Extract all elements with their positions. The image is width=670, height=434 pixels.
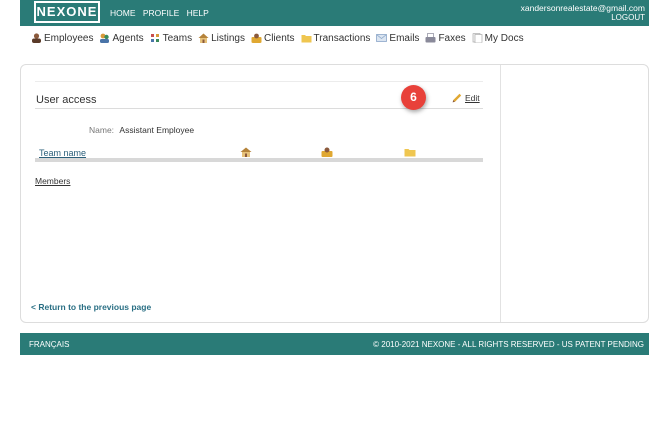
panel-top-divider xyxy=(35,81,483,82)
menu-item-listings[interactable]: Listings xyxy=(198,33,245,44)
menu-label-emails: Emails xyxy=(389,32,420,44)
language-switch-link[interactable]: FRANÇAIS xyxy=(29,340,69,349)
menu-item-employees[interactable]: Employees xyxy=(31,33,93,44)
fax-icon xyxy=(425,33,436,43)
menu-item-my-docs[interactable]: My Docs xyxy=(472,33,524,44)
menu-item-emails[interactable]: Emails xyxy=(376,33,419,44)
name-label: Name: xyxy=(89,125,115,135)
menu-label-listings: Listings xyxy=(211,32,245,44)
section-title: User access xyxy=(36,94,97,106)
team-name-column-header[interactable]: Team name xyxy=(39,148,86,158)
top-header-bar: NEXONE HOME PROFILE HELP xandersonreales… xyxy=(20,0,649,26)
house-icon xyxy=(198,33,209,43)
folder-icon xyxy=(301,35,312,43)
logout-link[interactable]: LOGOUT xyxy=(611,13,645,22)
edit-label: Edit xyxy=(465,93,480,103)
main-menu: Employees Agents Teams Listings Clients … xyxy=(31,31,530,45)
footer-bar: FRANÇAIS © 2010-2021 NEXONE - ALL RIGHTS… xyxy=(20,333,649,355)
members-link[interactable]: Members xyxy=(35,176,70,186)
agents-icon xyxy=(100,33,110,43)
menu-label-faxes: Faxes xyxy=(438,32,466,44)
team-table-divider xyxy=(35,158,483,162)
pencil-icon xyxy=(452,93,462,103)
teams-icon xyxy=(150,34,159,42)
folder-icon xyxy=(404,149,416,157)
clients-icon xyxy=(321,147,333,157)
step-badge: 6 xyxy=(401,85,426,110)
panel-column-divider xyxy=(500,65,501,322)
menu-label-my-docs: My Docs xyxy=(484,32,524,44)
nav-help[interactable]: HELP xyxy=(187,8,209,18)
clients-icon xyxy=(251,33,262,43)
menu-label-transactions: Transactions xyxy=(313,32,371,44)
return-previous-page-link[interactable]: < Return to the previous page xyxy=(31,302,151,312)
nav-home[interactable]: HOME xyxy=(110,8,136,18)
menu-item-transactions[interactable]: Transactions xyxy=(301,32,371,44)
nexone-logo[interactable]: NEXONE xyxy=(34,1,100,23)
menu-item-faxes[interactable]: Faxes xyxy=(425,32,466,44)
copyright-text: © 2010-2021 NEXONE - ALL RIGHTS RESERVED… xyxy=(373,340,644,349)
menu-label-employees: Employees xyxy=(44,32,94,44)
menu-item-clients[interactable]: Clients xyxy=(251,33,295,44)
edit-button[interactable]: Edit xyxy=(452,93,480,103)
menu-label-teams: Teams xyxy=(162,32,193,44)
menu-item-teams[interactable]: Teams xyxy=(150,33,192,44)
menu-item-agents[interactable]: Agents xyxy=(99,32,144,44)
docs-icon xyxy=(472,33,483,43)
top-nav: HOME PROFILE HELP xyxy=(110,8,214,18)
house-icon xyxy=(240,147,252,157)
user-access-panel: User access 6 Edit Name: Assistant Emplo… xyxy=(20,64,649,323)
user-email: xandersonrealestate@gmail.com xyxy=(520,3,645,13)
nav-profile[interactable]: PROFILE xyxy=(143,8,179,18)
menu-label-clients: Clients xyxy=(263,32,295,44)
employees-icon xyxy=(32,33,41,43)
envelope-icon xyxy=(376,34,388,42)
name-value: Assistant Employee xyxy=(119,125,195,135)
name-row: Name: Assistant Employee xyxy=(89,125,194,135)
menu-label-agents: Agents xyxy=(112,32,144,44)
